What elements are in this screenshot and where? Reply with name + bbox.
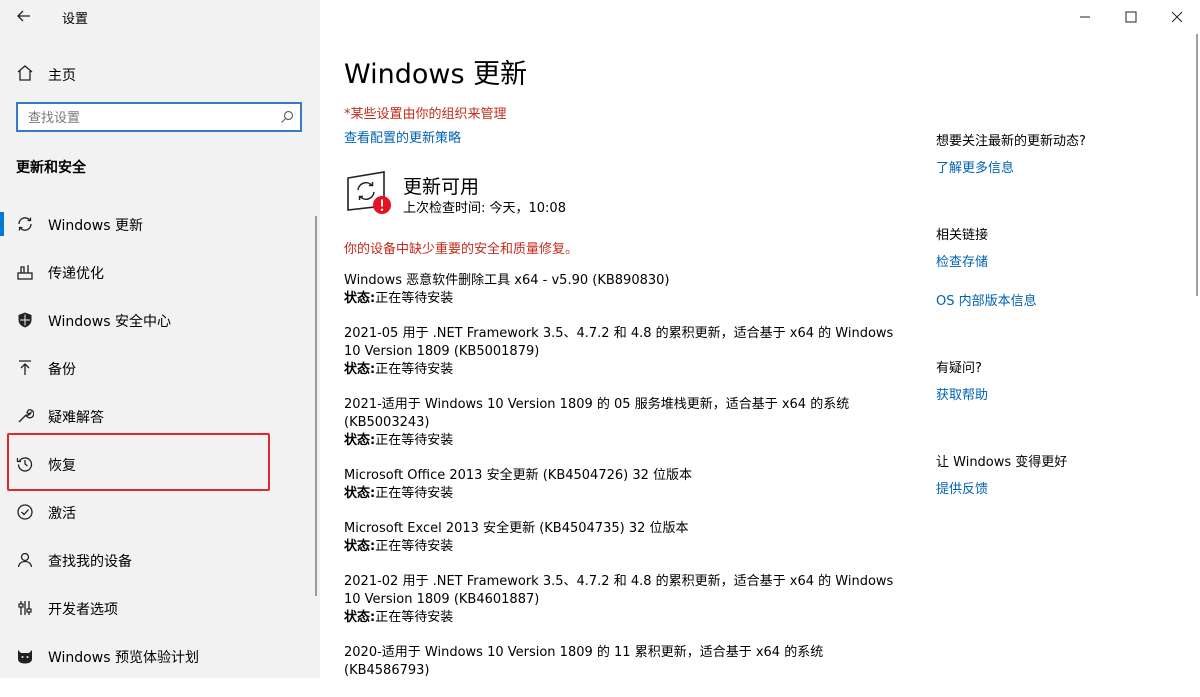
update-item: 2020-适用于 Windows 10 Version 1809 的 11 累积… [344,644,904,680]
update-name: Microsoft Excel 2013 安全更新 (KB4504735) 32… [344,521,689,536]
check-storage-link[interactable]: 检查存储 [936,251,988,270]
update-status: 状态:正在等待安装 [344,361,904,379]
status-label: 状态: [344,486,376,501]
related-links-heading: 相关链接 [936,228,989,243]
search-input[interactable] [26,108,270,128]
person-pin-icon [17,552,33,568]
update-item: Microsoft Office 2013 安全更新 (KB4504726) 3… [344,467,904,503]
sidebar-item-label: 备份 [48,362,76,378]
sidebar-item-find-my-device[interactable]: 查找我的设备 [0,536,320,584]
improve-windows-heading: 让 Windows 变得更好 [936,455,1068,470]
sidebar-item-activation[interactable]: 激活 [0,488,320,536]
update-status-icon [347,171,391,214]
update-item: Microsoft Excel 2013 安全更新 (KB4504735) 32… [344,520,904,556]
sidebar-item-windows-insider[interactable]: Windows 预览体验计划 [0,632,320,680]
page-title: Windows 更新 [344,59,528,90]
section-title: 更新和安全 [16,160,86,176]
sidebar-item-label: 主页 [48,68,76,84]
update-name: 2020-适用于 Windows 10 Version 1809 的 11 累积… [344,645,824,678]
sidebar-item-label: 激活 [48,506,76,522]
status-value: 正在等待安装 [375,486,454,501]
sidebar-item-label: 传递优化 [48,266,104,282]
missing-fixes-warning: 你的设备中缺少重要的安全和质量修复。 [344,242,579,257]
update-item: 2021-02 用于 .NET Framework 3.5、4.7.2 和 4.… [344,573,904,627]
update-item: Windows 恶意软件删除工具 x64 - v5.90 (KB890830) … [344,272,904,308]
highlight-annotation [7,433,270,491]
update-status: 状态:正在等待安装 [344,485,904,503]
sidebar-item-label: 开发者选项 [48,602,118,618]
status-title: 更新可用 [403,176,480,198]
main-scrollbar[interactable] [1196,34,1198,296]
update-name: Microsoft Office 2013 安全更新 (KB4504726) 3… [344,468,693,483]
sidebar-item-backup[interactable]: 备份 [0,344,320,392]
insider-cat-icon [18,650,32,664]
sync-icon [18,217,32,231]
managed-notice: *某些设置由你的组织来管理 [344,107,507,122]
update-list: Windows 恶意软件删除工具 x64 - v5.90 (KB890830) … [344,272,904,697]
status-value: 正在等待安装 [375,433,454,448]
sidebar-item-label: 查找我的设备 [48,554,132,570]
status-label: 状态: [344,539,376,554]
wrench-icon [18,409,34,423]
sidebar-item-home[interactable]: 主页 [0,60,320,88]
search-box[interactable] [16,102,302,132]
status-label: 状态: [344,610,376,625]
developer-icon [18,601,32,615]
sidebar-item-label: 疑难解答 [48,410,104,426]
status-value: 正在等待安装 [375,610,454,625]
search-icon[interactable] [280,110,294,124]
backup-arrow-icon [19,360,31,375]
update-status: 状态:正在等待安装 [344,432,904,450]
learn-more-link[interactable]: 了解更多信息 [936,157,1014,176]
view-policies-link[interactable]: 查看配置的更新策略 [344,127,461,146]
home-icon [17,65,33,81]
sidebar-item-windows-security[interactable]: Windows 安全中心 [0,296,320,344]
sidebar-item-label: Windows 安全中心 [48,314,171,330]
last-checked-text: 上次检查时间: 今天，10:08 [403,201,566,216]
update-item: 2021-05 用于 .NET Framework 3.5、4.7.2 和 4.… [344,325,904,379]
status-label: 状态: [344,433,376,448]
status-label: 状态: [344,362,376,377]
update-item: 2021-适用于 Windows 10 Version 1809 的 05 服务… [344,396,904,450]
shield-icon [18,312,32,328]
update-status: 状态:正在等待安装 [344,538,904,556]
status-value: 正在等待安装 [375,539,454,554]
delivery-optimization-icon [17,265,33,280]
main-content: Windows 更新 *某些设置由你的组织来管理 查看配置的更新策略 更新可用 … [320,0,1200,678]
status-value: 正在等待安装 [375,362,454,377]
follow-updates-heading: 想要关注最新的更新动态? [936,134,1086,149]
status-value: 正在等待安装 [375,291,454,306]
app-title: 设置 [62,12,89,27]
update-name: 2021-02 用于 .NET Framework 3.5、4.7.2 和 4.… [344,574,894,607]
sidebar-item-delivery-optimization[interactable]: 传递优化 [0,248,320,296]
check-circle-icon [17,504,33,520]
sidebar: 设置 主页 更新和安全 Windows 更新 传递优化 [0,0,320,678]
update-status: 状态:正在等待安装 [344,290,904,308]
sidebar-scrollbar[interactable] [315,216,317,596]
update-name: 2021-适用于 Windows 10 Version 1809 的 05 服务… [344,397,850,430]
update-name: Windows 恶意软件删除工具 x64 - v5.90 (KB890830) [344,273,670,288]
title-bar: 设置 [0,0,320,32]
back-button[interactable] [12,4,36,28]
os-build-info-link[interactable]: OS 内部版本信息 [936,290,1037,309]
questions-heading: 有疑问? [936,361,982,376]
get-help-link[interactable]: 获取帮助 [936,384,988,403]
sidebar-item-label: Windows 更新 [48,218,143,234]
back-arrow-icon [17,10,30,22]
give-feedback-link[interactable]: 提供反馈 [936,478,988,497]
sidebar-item-label: Windows 预览体验计划 [48,650,199,666]
sidebar-item-developer-options[interactable]: 开发者选项 [0,584,320,632]
update-name: 2021-05 用于 .NET Framework 3.5、4.7.2 和 4.… [344,326,894,359]
sidebar-item-windows-update[interactable]: Windows 更新 [0,200,320,248]
update-status: 状态:正在等待安装 [344,609,904,627]
status-label: 状态: [344,291,376,306]
